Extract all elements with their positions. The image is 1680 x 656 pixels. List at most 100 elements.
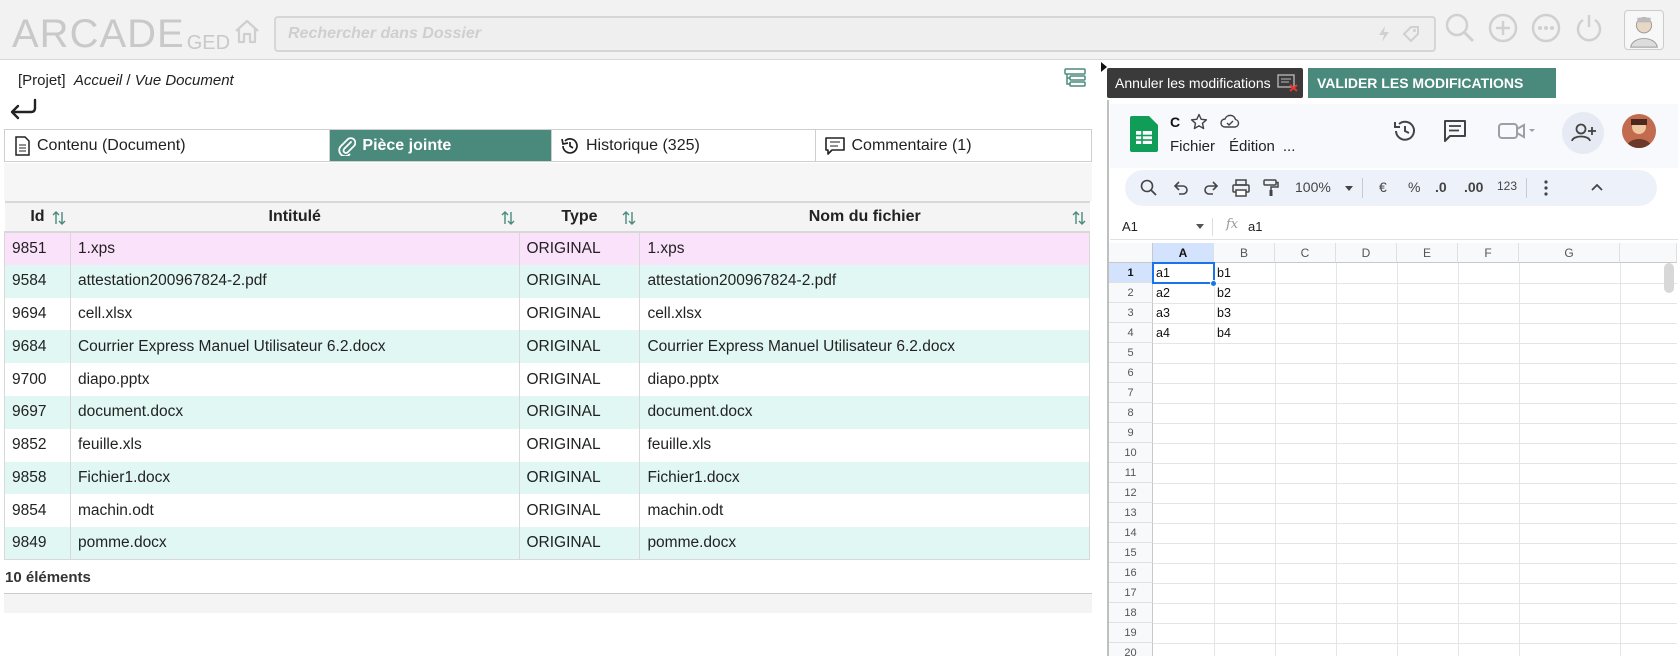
row-header[interactable]: 5 <box>1109 343 1153 363</box>
search-input[interactable] <box>276 18 1434 50</box>
row-header[interactable]: 17 <box>1109 583 1153 603</box>
cloud-saved-icon[interactable] <box>1220 113 1240 129</box>
row-header[interactable]: 19 <box>1109 623 1153 643</box>
version-history-icon[interactable] <box>1392 118 1418 144</box>
row-header[interactable]: 8 <box>1109 403 1153 423</box>
table-row[interactable]: 9694 cell.xlsx ORIGINAL cell.xlsx <box>4 297 1090 331</box>
column-header-title[interactable]: Intitulé <box>70 201 519 233</box>
chevron-up-icon[interactable] <box>1587 178 1607 198</box>
percent-format-button[interactable]: % <box>1408 179 1420 199</box>
table-row[interactable]: 9849 pomme.docx ORIGINAL pomme.docx <box>4 527 1090 560</box>
search-menus-icon[interactable] <box>1139 178 1159 198</box>
menu-edit[interactable]: Édition <box>1229 138 1275 155</box>
row-header[interactable]: 16 <box>1109 563 1153 583</box>
row-header[interactable]: 2 <box>1109 283 1153 303</box>
tree-view-icon[interactable] <box>1064 68 1086 88</box>
row-header[interactable]: 10 <box>1109 443 1153 463</box>
table-row[interactable]: 9858 Fichier1.docx ORIGINAL Fichier1.doc… <box>4 461 1090 495</box>
star-icon[interactable] <box>1190 113 1208 131</box>
table-row[interactable]: 9584 attestation200967824-2.pdf ORIGINAL… <box>4 264 1090 298</box>
cell-b4[interactable]: b4 <box>1214 323 1275 343</box>
meet-icon[interactable] <box>1497 118 1537 144</box>
cell-a2[interactable]: a2 <box>1153 283 1214 303</box>
tab-comment[interactable]: Commentaire (1) <box>815 130 1091 161</box>
row-header[interactable]: 18 <box>1109 603 1153 623</box>
search-bar[interactable] <box>274 16 1436 52</box>
column-header-b[interactable]: B <box>1214 243 1275 263</box>
row-header[interactable]: 15 <box>1109 543 1153 563</box>
tag-icon[interactable] <box>1402 25 1420 43</box>
paint-format-icon[interactable] <box>1261 178 1281 198</box>
row-header[interactable]: 7 <box>1109 383 1153 403</box>
tab-content[interactable]: Contenu (Document) <box>5 130 331 161</box>
table-row[interactable]: 9700 diapo.pptx ORIGINAL diapo.pptx <box>4 363 1090 396</box>
row-header[interactable]: 1 <box>1109 263 1153 283</box>
cell-a4[interactable]: a4 <box>1153 323 1214 343</box>
print-icon[interactable] <box>1231 178 1251 198</box>
column-header-type[interactable]: Type <box>519 201 640 233</box>
redo-icon[interactable] <box>1201 178 1221 198</box>
column-header-extra[interactable] <box>1620 243 1677 263</box>
zoom-select[interactable]: 100% <box>1295 179 1331 199</box>
row-header[interactable]: 20 <box>1109 643 1153 656</box>
increase-decimal-button[interactable]: .00 <box>1464 179 1483 199</box>
tab-attachment[interactable]: Pièce jointe <box>330 130 552 161</box>
sort-icon[interactable] <box>622 210 636 226</box>
cell-b1[interactable]: b1 <box>1214 263 1275 283</box>
row-header[interactable]: 14 <box>1109 523 1153 543</box>
select-all-corner[interactable] <box>1109 243 1153 263</box>
document-title[interactable]: C <box>1170 114 1180 130</box>
name-box[interactable]: A1 <box>1122 219 1138 234</box>
back-arrow-icon[interactable] <box>8 98 38 122</box>
share-button[interactable] <box>1562 112 1604 154</box>
fill-handle[interactable] <box>1210 280 1217 287</box>
row-header[interactable]: 6 <box>1109 363 1153 383</box>
home-icon[interactable] <box>233 18 261 44</box>
row-header[interactable]: 9 <box>1109 423 1153 443</box>
column-header-id[interactable]: Id <box>4 201 71 233</box>
cell-a3[interactable]: a3 <box>1153 303 1214 323</box>
column-header-c[interactable]: C <box>1275 243 1336 263</box>
validate-changes-button[interactable]: VALIDER LES MODIFICATIONS <box>1308 68 1556 98</box>
bolt-icon[interactable] <box>1376 25 1392 43</box>
spreadsheet-grid[interactable]: A B C D E F G 1 2 3 4 5 6 7 8 9 10 11 12… <box>1109 243 1677 656</box>
column-header-filename[interactable]: Nom du fichier <box>639 201 1090 233</box>
search-icon[interactable] <box>1444 12 1476 44</box>
zoom-caret-icon[interactable] <box>1345 186 1353 191</box>
column-header-a[interactable]: A <box>1153 243 1214 263</box>
user-avatar-top[interactable] <box>1624 10 1664 50</box>
more-icon[interactable] <box>1530 12 1562 44</box>
row-header[interactable]: 13 <box>1109 503 1153 523</box>
more-vert-icon[interactable] <box>1536 178 1556 198</box>
more-formats-button[interactable]: 123 <box>1497 179 1517 199</box>
cancel-changes-button[interactable]: Annuler les modifications <box>1107 68 1303 98</box>
table-row[interactable]: 9852 feuille.xls ORIGINAL feuille.xls <box>4 428 1090 462</box>
sort-icon[interactable] <box>52 210 66 226</box>
formula-input[interactable]: a1 <box>1248 219 1262 234</box>
sort-icon[interactable] <box>501 210 515 226</box>
power-icon[interactable] <box>1573 12 1605 44</box>
menu-file[interactable]: Fichier <box>1170 138 1215 155</box>
row-header[interactable]: 11 <box>1109 463 1153 483</box>
table-row[interactable]: 9854 machin.odt ORIGINAL machin.odt <box>4 494 1090 528</box>
comments-icon[interactable] <box>1442 118 1468 144</box>
breadcrumb-home[interactable]: Accueil <box>74 72 122 89</box>
menu-more[interactable]: ... <box>1283 138 1296 155</box>
table-row[interactable]: 9851 1.xps ORIGINAL 1.xps <box>4 232 1090 265</box>
row-header[interactable]: 3 <box>1109 303 1153 323</box>
row-header[interactable]: 4 <box>1109 323 1153 343</box>
column-header-f[interactable]: F <box>1458 243 1519 263</box>
app-logo[interactable]: ARCADE GED <box>12 10 230 54</box>
column-header-e[interactable]: E <box>1397 243 1458 263</box>
undo-icon[interactable] <box>1171 178 1191 198</box>
column-header-d[interactable]: D <box>1336 243 1397 263</box>
sheets-logo-icon[interactable] <box>1130 116 1158 152</box>
cell-b2[interactable]: b2 <box>1214 283 1275 303</box>
tab-history[interactable]: Historique (325) <box>551 130 816 161</box>
cell-b3[interactable]: b3 <box>1214 303 1275 323</box>
sort-icon[interactable] <box>1072 210 1086 226</box>
add-icon[interactable] <box>1487 12 1519 44</box>
decrease-decimal-button[interactable]: .0 <box>1435 179 1447 199</box>
account-avatar[interactable] <box>1622 114 1656 148</box>
currency-format-button[interactable]: € <box>1379 179 1387 199</box>
